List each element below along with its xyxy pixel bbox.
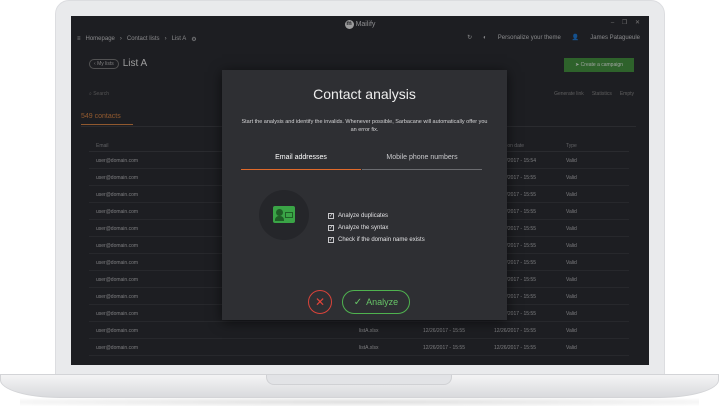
- app-screen: m Mailify – ❐ ✕ ≡ Homepage › Contact lis…: [71, 16, 649, 365]
- laptop-shadow: [20, 398, 699, 406]
- checkbox[interactable]: ✓: [328, 225, 334, 231]
- close-icon: ✕: [314, 295, 326, 309]
- dialog-description: Start the analysis and identify the inva…: [241, 119, 488, 133]
- option-check-domain[interactable]: ✓ Check if the domain name exists: [328, 234, 425, 246]
- cancel-button[interactable]: ✕: [308, 290, 332, 314]
- tab-email-addresses[interactable]: Email addresses: [241, 154, 361, 170]
- laptop-notch: [266, 375, 452, 385]
- checkbox[interactable]: ✓: [328, 213, 334, 219]
- option-analyze-duplicates[interactable]: ✓ Analyze duplicates: [328, 210, 425, 222]
- analysis-options: ✓ Analyze duplicates ✓ Analyze the syntax …: [328, 210, 425, 246]
- contact-analysis-dialog: Contact analysis Start the analysis and …: [222, 70, 507, 320]
- analysis-tabs: Email addresses Mobile phone numbers: [241, 154, 484, 170]
- dialog-title: Contact analysis: [313, 86, 416, 102]
- tab-mobile-phone-numbers[interactable]: Mobile phone numbers: [362, 154, 482, 170]
- option-analyze-syntax[interactable]: ✓ Analyze the syntax: [328, 222, 425, 234]
- analyze-button[interactable]: ✓ Analyze: [342, 290, 410, 314]
- checkbox[interactable]: ✓: [328, 237, 334, 243]
- check-icon: ✓: [353, 296, 363, 308]
- laptop-mockup: m Mailify – ❐ ✕ ≡ Homepage › Contact lis…: [0, 0, 719, 418]
- contact-card-icon: [259, 190, 309, 240]
